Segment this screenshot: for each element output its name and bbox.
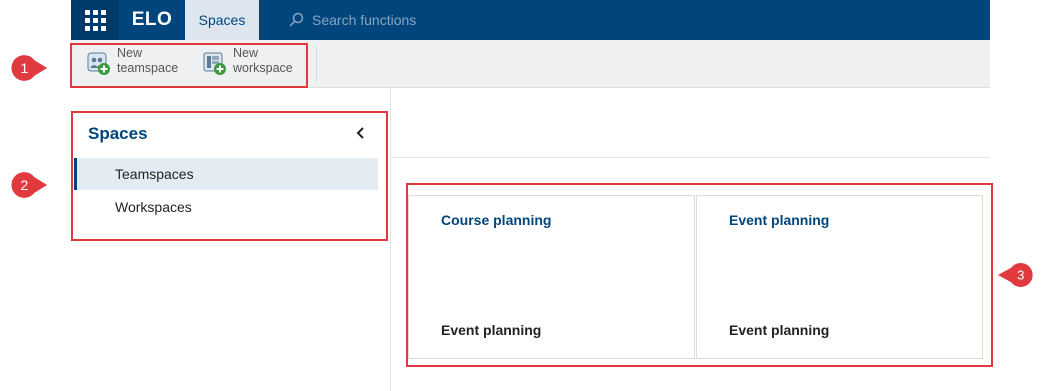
callout-3-icon: 3 bbox=[998, 263, 1033, 287]
annotation-box-1 bbox=[70, 43, 308, 88]
content-header-divider bbox=[391, 157, 990, 158]
grid-icon bbox=[84, 9, 106, 31]
elo-logo: ELO bbox=[131, 9, 173, 30]
svg-text:3: 3 bbox=[1017, 268, 1024, 283]
search-icon bbox=[289, 12, 304, 27]
svg-text:1: 1 bbox=[20, 61, 28, 77]
tab-spaces[interactable]: Spaces bbox=[185, 0, 259, 40]
panel-divider bbox=[390, 88, 391, 391]
search-placeholder: Search functions bbox=[312, 12, 417, 28]
callout-2-icon: 2 bbox=[11, 172, 48, 198]
annotation-box-3 bbox=[406, 183, 993, 367]
search-field[interactable]: Search functions bbox=[288, 0, 416, 40]
app-launcher-button[interactable] bbox=[71, 0, 119, 40]
ribbon-divider bbox=[316, 46, 317, 82]
annotation-box-2 bbox=[71, 111, 388, 241]
svg-text:2: 2 bbox=[20, 178, 28, 194]
callout-1-icon: 1 bbox=[11, 55, 48, 81]
